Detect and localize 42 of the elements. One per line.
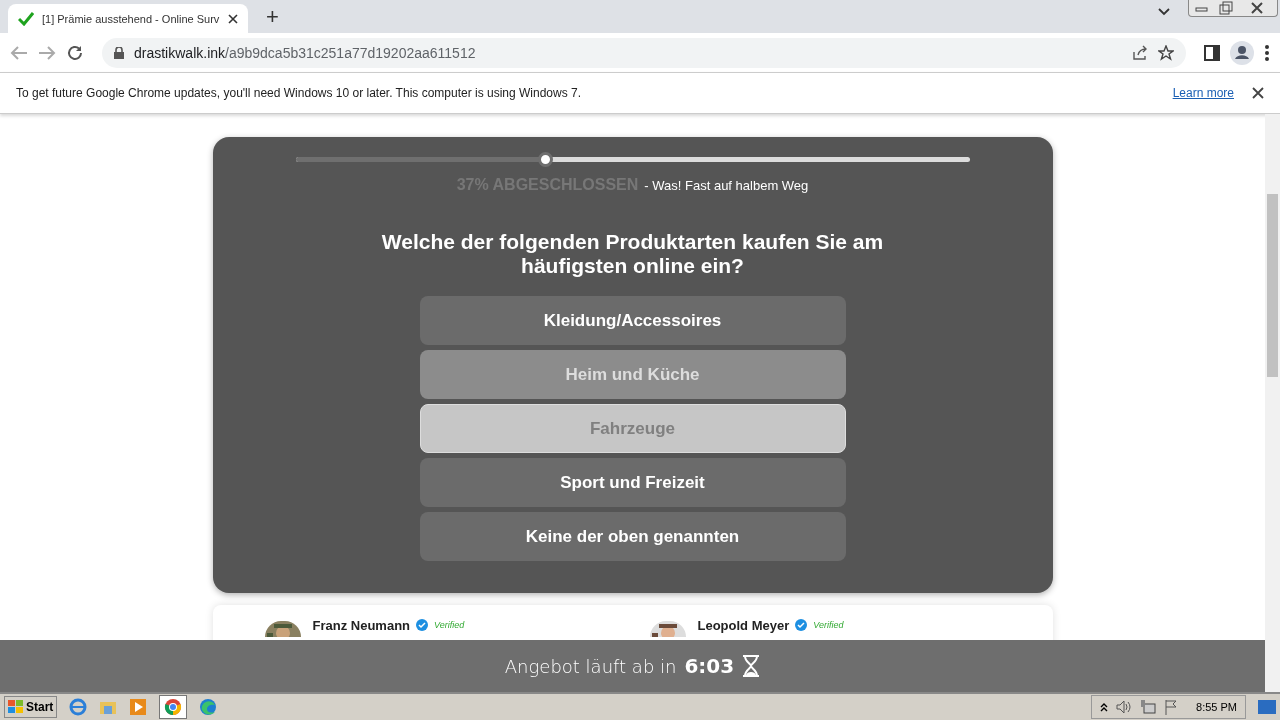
speaker-icon[interactable] bbox=[1116, 700, 1133, 714]
checkmark-icon bbox=[18, 11, 34, 26]
flag-icon[interactable] bbox=[1164, 699, 1179, 715]
chevron-down-icon[interactable] bbox=[1158, 8, 1170, 16]
menu-icon[interactable] bbox=[1264, 43, 1270, 62]
media-player-icon[interactable] bbox=[129, 698, 148, 716]
lock-icon bbox=[114, 46, 124, 59]
close-icon[interactable] bbox=[1252, 87, 1264, 99]
start-button[interactable]: Start bbox=[4, 696, 58, 718]
share-icon[interactable] bbox=[1132, 44, 1148, 61]
edge-icon[interactable] bbox=[199, 698, 218, 716]
timer-text: Angebot läuft ab in bbox=[504, 655, 677, 677]
chrome-taskbar-button[interactable] bbox=[159, 695, 188, 719]
new-tab-button[interactable]: + bbox=[262, 4, 283, 30]
hourglass-icon bbox=[742, 655, 761, 677]
internet-explorer-icon[interactable] bbox=[69, 698, 88, 716]
profile-icon[interactable] bbox=[1230, 40, 1254, 65]
star-icon[interactable] bbox=[1158, 44, 1174, 61]
verified-badge-icon bbox=[795, 619, 808, 631]
browser-tab[interactable]: [1] Prämie ausstehend - Online Surv bbox=[8, 4, 248, 33]
answer-option[interactable]: Sport und Freizeit bbox=[419, 458, 846, 507]
close-icon[interactable] bbox=[228, 13, 238, 24]
question-text: Welche der folgenden Produktarten kaufen Sie am häufigsten online ein? bbox=[380, 230, 885, 278]
clock: 8:55 PM bbox=[1196, 701, 1237, 713]
reload-icon[interactable] bbox=[66, 43, 84, 62]
answer-option[interactable]: Keine der oben genannten bbox=[419, 512, 846, 561]
verified-label: Verified bbox=[813, 620, 844, 630]
progress-note: - Was! Fast auf halbem Weg bbox=[644, 178, 809, 193]
answer-option[interactable]: Kleidung/Accessoires bbox=[419, 296, 846, 345]
reviewer-name: Leopold Meyer bbox=[697, 617, 790, 633]
verified-badge-icon bbox=[416, 619, 428, 631]
chevron-up-icon[interactable] bbox=[1100, 702, 1109, 712]
timer-time: 6:03 bbox=[684, 654, 735, 678]
windows-logo-icon bbox=[8, 700, 24, 714]
side-panel-icon[interactable] bbox=[1204, 44, 1220, 61]
scrollbar-thumb[interactable] bbox=[1267, 194, 1278, 377]
update-message: To get future Google Chrome updates, you'll need Windows 10 or later. This computer is using Windows 7. bbox=[16, 86, 582, 100]
progress-thumb bbox=[537, 152, 553, 167]
address-bar[interactable]: drastikwalk.ink/a9b9dca5b31c251a77d19202aa611512 bbox=[102, 37, 1186, 68]
reviewer-name: Franz Neumann bbox=[312, 617, 410, 633]
learn-more-link[interactable]: Learn more bbox=[1172, 86, 1234, 100]
verified-label: Verified bbox=[434, 620, 465, 630]
